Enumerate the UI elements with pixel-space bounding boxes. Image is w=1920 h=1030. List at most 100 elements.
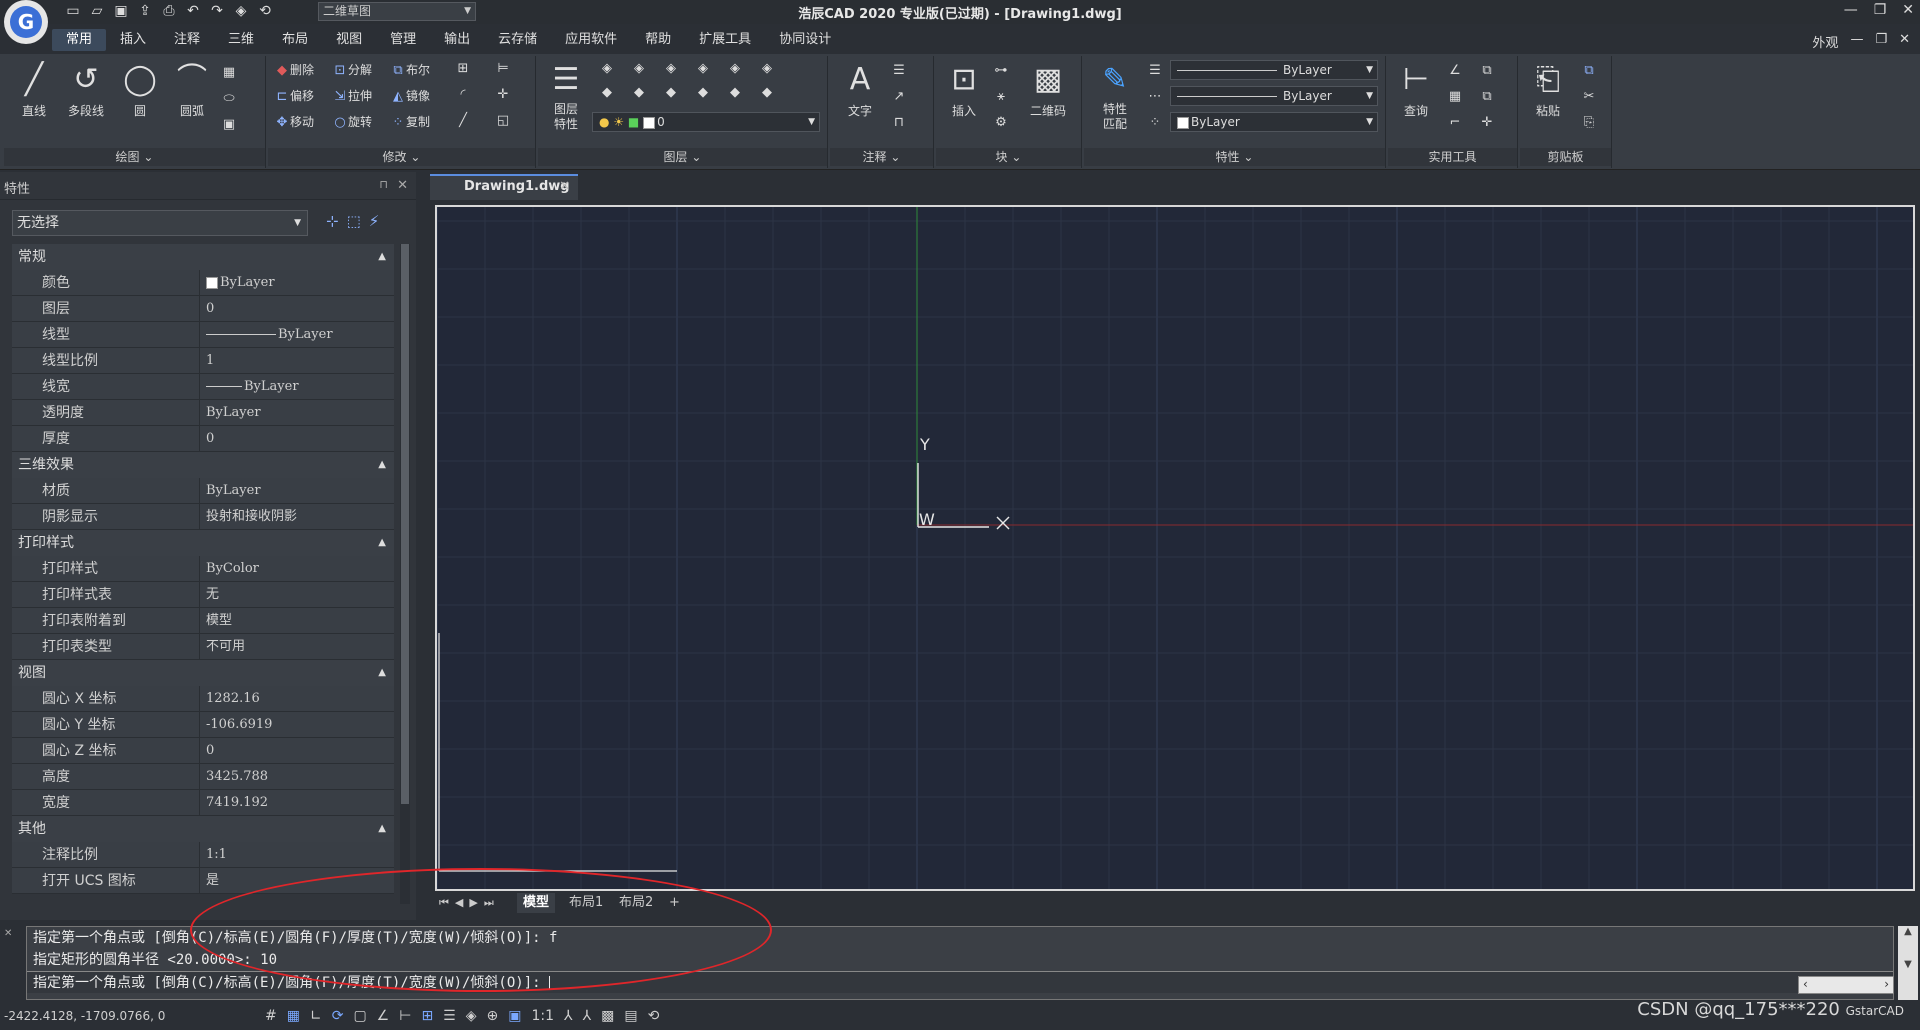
property-value[interactable]: 0 (200, 426, 394, 451)
calculator-icon[interactable]: ▦ (1446, 88, 1464, 106)
filter-icon[interactable]: ✛ (1478, 114, 1496, 132)
collapse-icon[interactable]: ▲ (378, 816, 386, 842)
properties-scrollbar[interactable] (400, 244, 410, 904)
grid-display-icon[interactable]: # (265, 1004, 277, 1028)
snap-mode-icon[interactable]: ▦ (287, 1004, 300, 1028)
command-scrollbar[interactable]: ▲ ▼ (1898, 926, 1918, 1000)
otrack-icon[interactable]: ∠ (377, 1004, 390, 1028)
property-section-header[interactable]: 视图 ▲ (12, 660, 394, 686)
circle-button[interactable]: ◯ 圆 (118, 60, 162, 119)
annotation-visibility-icon[interactable]: ⅄ (564, 1004, 573, 1028)
menu-tab[interactable]: 协同设计 (765, 29, 845, 51)
scroll-right-icon[interactable]: › (1884, 977, 1889, 991)
minimize-icon[interactable]: — (1844, 2, 1858, 18)
leader-icon[interactable]: ↗ (890, 88, 908, 106)
hatch-icon[interactable]: ▦ (220, 64, 238, 82)
new-file-icon[interactable]: ▭ (64, 2, 82, 20)
property-row[interactable]: 线型 ByLayer (12, 322, 394, 348)
layer-tool-icon[interactable]: ◆ (758, 84, 776, 102)
property-row[interactable]: 宽度 7419.192 (12, 790, 394, 816)
close-doc-icon[interactable]: ✕ (1899, 32, 1910, 51)
multiline-text-icon[interactable]: ☰ (890, 62, 908, 80)
property-value[interactable]: -106.6919 (200, 712, 394, 737)
command-close-icon[interactable]: ✕ (4, 928, 12, 939)
layer-tool-icon[interactable]: ◈ (694, 60, 712, 78)
lineweight-icon[interactable]: ☰ (1146, 62, 1164, 80)
point-icon[interactable]: ⌐ (1446, 114, 1464, 132)
region-icon[interactable]: ▣ (220, 116, 238, 134)
arc-button[interactable]: ⌒ 圆弧 (170, 60, 214, 119)
offset-button[interactable]: ⊏ 偏移 (274, 86, 314, 106)
property-row[interactable]: 注释比例 1:1 (12, 842, 394, 868)
layer-tool-icon[interactable]: ◆ (726, 84, 744, 102)
dimension-icon[interactable]: ⊓ (890, 114, 908, 132)
open-folder-icon[interactable]: ▱ (88, 2, 106, 20)
save-as-icon[interactable]: ⇪ (136, 2, 154, 20)
polar-icon[interactable]: ⟳ (332, 1004, 344, 1028)
property-value[interactable]: ByColor (200, 556, 394, 581)
property-row[interactable]: 材质 ByLayer (12, 478, 394, 504)
property-value[interactable]: 0 (200, 738, 394, 763)
text-button[interactable]: A 文字 (838, 60, 882, 119)
isolate-icon[interactable]: ▤ (624, 1004, 637, 1028)
property-section-header[interactable]: 其他 ▲ (12, 816, 394, 842)
layer-tool-icon[interactable]: ◈ (758, 60, 776, 78)
layer-tool-icon[interactable]: ◆ (598, 84, 616, 102)
collapse-icon[interactable]: ▲ (378, 530, 386, 556)
layer-tool-icon[interactable]: ◆ (662, 84, 680, 102)
clipboard-panel-title[interactable]: 剪贴板 (1520, 148, 1611, 166)
property-row[interactable]: 圆心 X 坐标 1282.16 (12, 686, 394, 712)
cut-icon[interactable]: ✂ (1580, 88, 1598, 106)
linetype-select[interactable]: ByLayer ▼ (1170, 86, 1378, 106)
property-value[interactable]: ByLayer (200, 400, 394, 425)
annotation-scale-label[interactable]: 1:1 (531, 1004, 554, 1028)
copy-base-icon[interactable]: ⎘ (1580, 114, 1598, 132)
polyline-button[interactable]: ↺ 多段线 (64, 60, 108, 119)
property-value[interactable]: ByLayer (200, 322, 394, 347)
property-value[interactable]: 1 (200, 348, 394, 373)
paste-button[interactable]: ⎗ 粘贴 (1526, 60, 1570, 119)
menu-tab[interactable]: 云存储 (484, 29, 551, 51)
minimize-doc-icon[interactable]: — (1850, 32, 1863, 51)
property-value[interactable]: 3425.788 (200, 764, 394, 789)
property-row[interactable]: 圆心 Y 坐标 -106.6919 (12, 712, 394, 738)
scroll-left-icon[interactable]: ‹ (1803, 977, 1808, 991)
annotation-panel-title[interactable]: 注释 ⌄ (830, 148, 933, 166)
redo-icon[interactable]: ↷ (208, 2, 226, 20)
property-value[interactable]: 不可用 (200, 634, 394, 659)
collapse-icon[interactable]: ▲ (378, 660, 386, 686)
ellipse-icon[interactable]: ⬭ (220, 90, 238, 108)
property-row[interactable]: 线型比例 1 (12, 348, 394, 374)
ortho-icon[interactable]: ∟ (310, 1004, 322, 1028)
property-value[interactable]: 模型 (200, 608, 394, 633)
break-icon[interactable]: ╱ (454, 112, 472, 130)
property-value[interactable]: 7419.192 (200, 790, 394, 815)
clean-screen-icon[interactable]: ⟲ (648, 1004, 660, 1028)
property-row[interactable]: 圆心 Z 坐标 0 (12, 738, 394, 764)
align-icon[interactable]: ⊨ (494, 60, 512, 78)
drawing-canvas[interactable]: Y W (435, 205, 1915, 891)
copy-clip-icon[interactable]: ⧉ (1580, 62, 1598, 80)
layer-properties-button[interactable]: ☰ 图层 特性 (544, 60, 588, 132)
workspace-select[interactable]: 二维草图 ▼ (318, 2, 476, 21)
menu-tab[interactable]: 应用软件 (551, 29, 631, 51)
property-row[interactable]: 厚度 0 (12, 426, 394, 452)
move-button[interactable]: ✥ 移动 (274, 112, 314, 132)
line-button[interactable]: ╱ 直线 (12, 60, 56, 119)
osnap-icon[interactable]: ▢ (353, 1004, 366, 1028)
property-value[interactable]: ByLayer (200, 270, 394, 295)
attribute-icon[interactable]: ⚙ (992, 114, 1010, 132)
menu-tab[interactable]: 常用 (52, 29, 107, 51)
layer-tool-icon[interactable]: ◈ (726, 60, 744, 78)
lineweight-toggle-icon[interactable]: ☰ (443, 1004, 456, 1028)
hardware-accel-icon[interactable]: ▩ (601, 1004, 614, 1028)
property-value[interactable]: 1:1 (200, 842, 394, 867)
close-icon[interactable]: ✕ (397, 178, 408, 193)
query-button[interactable]: ⊢ 查询 (1394, 60, 1438, 119)
annotation-monitor-icon[interactable]: ▣ (508, 1004, 521, 1028)
property-value[interactable]: 无 (200, 582, 394, 607)
edit-block-icon[interactable]: ⚹ (992, 88, 1010, 106)
match-properties-button[interactable]: ✎ 特性 匹配 (1090, 60, 1140, 132)
quick-select-icon[interactable]: ⚡ (369, 212, 380, 230)
layer-tool-icon[interactable]: ◈ (630, 60, 648, 78)
